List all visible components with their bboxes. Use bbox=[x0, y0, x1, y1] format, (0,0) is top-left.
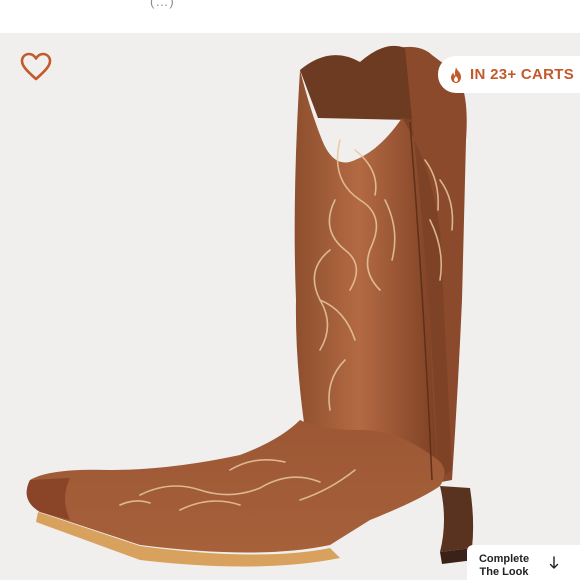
top-bar: (…) bbox=[0, 0, 580, 33]
complete-the-look-line2: The Look bbox=[479, 566, 529, 578]
flame-icon bbox=[451, 66, 461, 83]
arrow-down-icon bbox=[549, 556, 559, 569]
in-carts-badge: IN 23+ CARTS bbox=[438, 56, 580, 93]
partial-header-text: (…) bbox=[150, 0, 175, 9]
complete-the-look-line1: Complete bbox=[478, 553, 530, 565]
complete-the-look-label: Complete The Look bbox=[467, 553, 541, 579]
favorite-heart-button[interactable] bbox=[19, 51, 53, 83]
in-carts-label: IN 23+ CARTS bbox=[470, 66, 575, 83]
product-image-boot bbox=[26, 45, 474, 567]
heart-icon bbox=[20, 52, 52, 81]
complete-the-look-button[interactable]: Complete The Look bbox=[467, 545, 580, 580]
